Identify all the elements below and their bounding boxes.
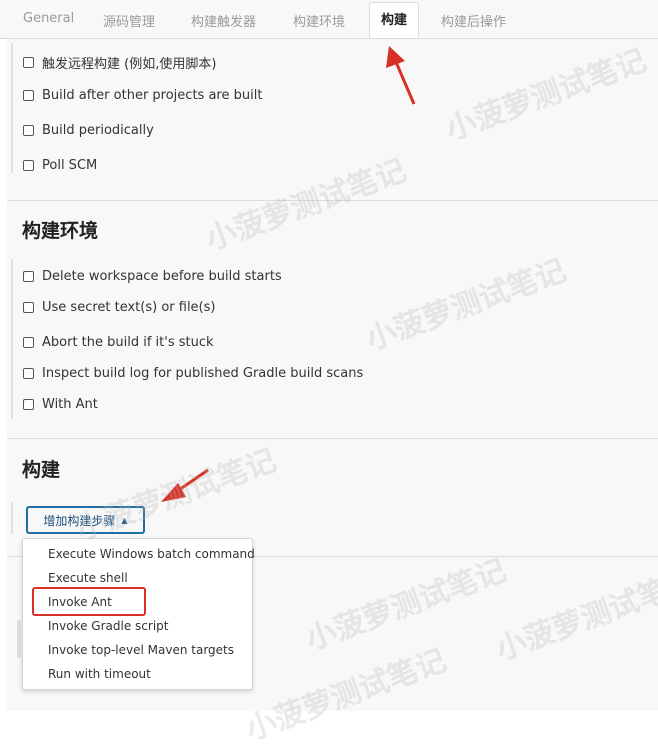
arrow-to-build-tab-icon	[386, 46, 416, 105]
arrow-to-add-step-icon	[161, 468, 209, 502]
annotation-arrows	[161, 46, 416, 502]
